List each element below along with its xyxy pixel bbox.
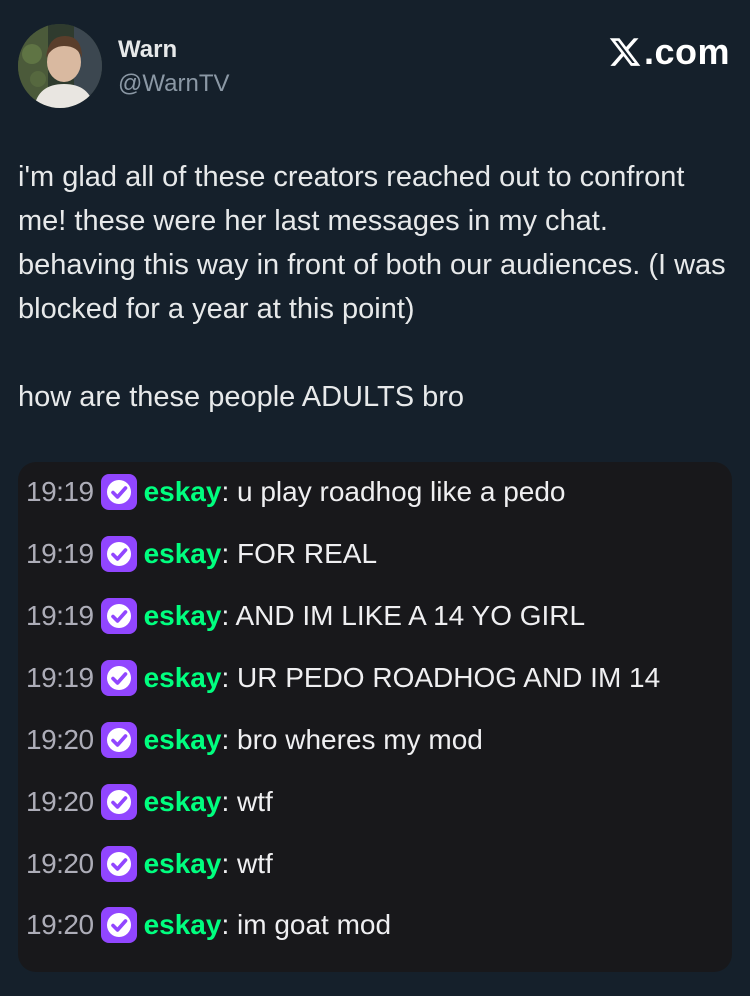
- chat-message: 19:20 eskay : wtf: [26, 780, 273, 824]
- tweet-header: Warn @WarnTV .com: [18, 24, 732, 114]
- verified-badge-icon: [100, 535, 138, 573]
- chat-message-text: : u play roadhog like a pedo: [221, 476, 566, 507]
- chat-message: 19:19 eskay : AND IM LIKE A 14 YO GIRL: [26, 594, 585, 638]
- avatar-photo: [18, 24, 102, 108]
- chat-timestamp: 19:20: [26, 724, 94, 755]
- chat-message-text: : wtf: [221, 848, 273, 879]
- author-handle[interactable]: @WarnTV: [118, 70, 229, 98]
- chat-timestamp: 19:19: [26, 538, 94, 569]
- chat-message-text: : im goat mod: [221, 909, 392, 940]
- chat-username[interactable]: eskay: [144, 718, 222, 762]
- avatar[interactable]: [18, 24, 102, 108]
- chat-message-text: : UR PEDO ROADHOG AND IM 14: [221, 662, 661, 693]
- author-name[interactable]: Warn: [118, 36, 177, 64]
- tweet-text: i'm glad all of these creators reached o…: [18, 155, 732, 419]
- verified-badge-icon: [100, 597, 138, 635]
- brand-domain-text: .com: [643, 31, 730, 72]
- verified-badge-icon: [100, 906, 138, 944]
- chat-message: 19:19 eskay : UR PEDO ROADHOG AND IM 14: [26, 656, 660, 700]
- x-logo-icon: [609, 38, 641, 66]
- chat-username[interactable]: eskay: [144, 842, 222, 886]
- chat-timestamp: 19:20: [26, 909, 94, 940]
- chat-message: 19:20 eskay : im goat mod: [26, 903, 391, 947]
- verified-badge-icon: [100, 473, 138, 511]
- verified-badge-icon: [100, 845, 138, 883]
- chat-message-text: : bro wheres my mod: [221, 724, 483, 755]
- chat-message: 19:19 eskay : u play roadhog like a pedo: [26, 470, 565, 514]
- chat-message: 19:20 eskay : wtf: [26, 842, 273, 886]
- brand-logo: .com: [608, 32, 730, 72]
- chat-timestamp: 19:19: [26, 662, 94, 693]
- chat-timestamp: 19:19: [26, 476, 94, 507]
- tweet-paragraph-2: how are these people ADULTS bro: [18, 381, 465, 413]
- chat-username[interactable]: eskay: [144, 594, 222, 638]
- verified-badge-icon: [100, 783, 138, 821]
- chat-message: 19:19 eskay : FOR REAL: [26, 532, 377, 576]
- chat-message-text: : FOR REAL: [221, 538, 378, 569]
- chat-username[interactable]: eskay: [144, 532, 222, 576]
- chat-username[interactable]: eskay: [144, 656, 222, 700]
- chat-message-text: : AND IM LIKE A 14 YO GIRL: [221, 600, 586, 631]
- chat-timestamp: 19:20: [26, 848, 94, 879]
- verified-badge-icon: [100, 721, 138, 759]
- chat-screenshot: 19:19 eskay : u play roadhog like a pedo…: [18, 462, 732, 972]
- chat-message-text: : wtf: [221, 786, 273, 817]
- verified-badge-icon: [100, 659, 138, 697]
- chat-timestamp: 19:20: [26, 786, 94, 817]
- chat-timestamp: 19:19: [26, 600, 94, 631]
- chat-username[interactable]: eskay: [144, 470, 222, 514]
- chat-username[interactable]: eskay: [144, 780, 222, 824]
- tweet-paragraph-1: i'm glad all of these creators reached o…: [18, 161, 726, 325]
- chat-username[interactable]: eskay: [144, 903, 222, 947]
- chat-message: 19:20 eskay : bro wheres my mod: [26, 718, 483, 762]
